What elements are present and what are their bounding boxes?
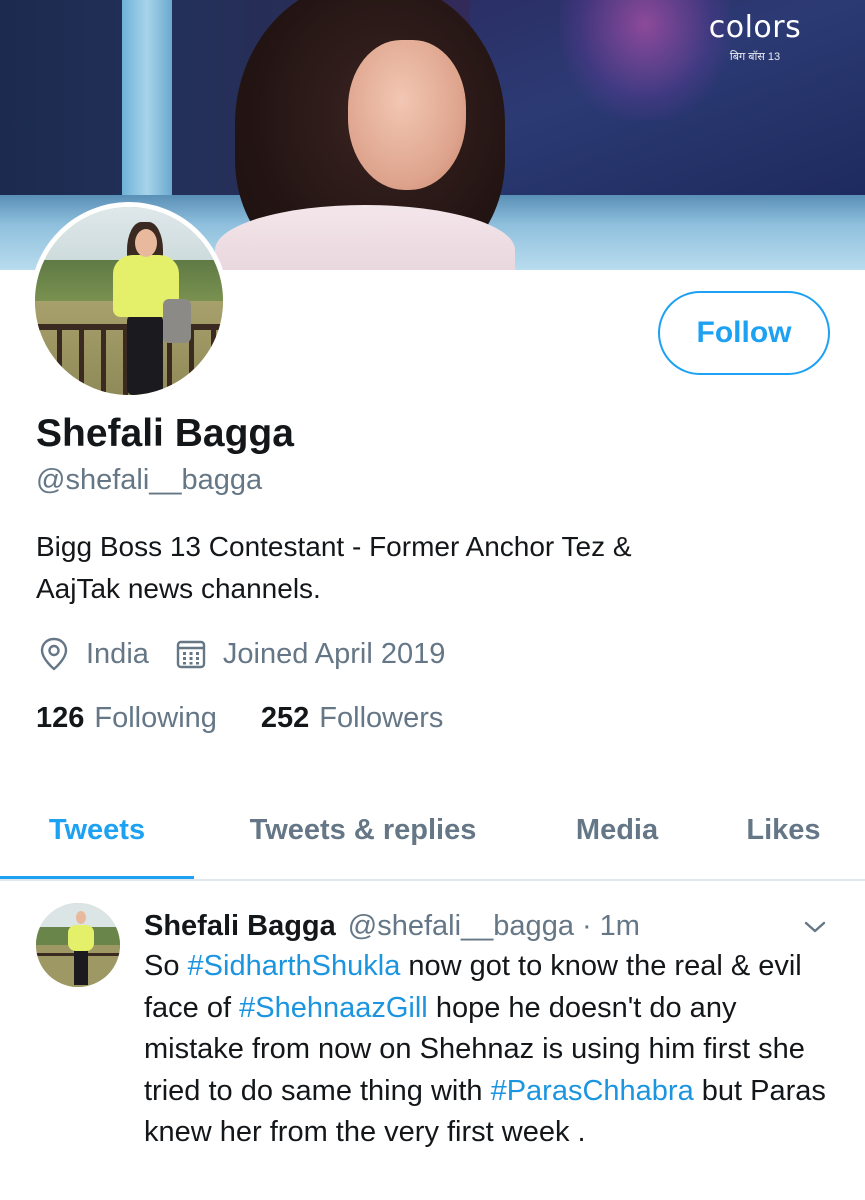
tab-tweets-replies[interactable]: Tweets & replies (194, 780, 532, 880)
follow-button[interactable]: Follow (658, 291, 830, 375)
profile-bio: Bigg Boss 13 Contestant - Former Anchor … (36, 526, 836, 610)
tweet-avatar-sweater (68, 925, 94, 951)
following-label: Following (94, 701, 217, 734)
tweet-text: So #SidharthShukla now got to know the r… (144, 946, 844, 1154)
profile-location: India (36, 636, 149, 672)
followers-label: Followers (319, 701, 444, 734)
tweet-author-name[interactable]: Shefali Bagga (144, 910, 336, 943)
followers-count: 252 (260, 701, 310, 734)
tab-likes[interactable]: Likes (702, 780, 865, 880)
profile-joined: Joined April 2019 (173, 636, 446, 672)
tab-media[interactable]: Media (532, 780, 702, 880)
location-pin-icon (36, 636, 72, 672)
tweet-author-handle[interactable]: @shefali__bagga (348, 910, 574, 943)
tab-label: Tweets (48, 813, 146, 846)
profile-joined-text: Joined April 2019 (222, 637, 446, 670)
tab-tweets[interactable]: Tweets (0, 780, 194, 880)
banner-person-face (348, 40, 466, 190)
profile-handle: @shefali__bagga (36, 464, 263, 496)
tabs-divider (0, 879, 865, 881)
channel-logo-text: colors (708, 10, 802, 45)
avatar-face (135, 229, 157, 257)
followers-stat[interactable]: 252 Followers (261, 702, 443, 735)
tab-label: Tweets & replies (249, 813, 477, 846)
profile-avatar[interactable] (30, 202, 228, 400)
hashtag-link[interactable]: #SidharthShukla (188, 950, 401, 982)
bio-line: Bigg Boss 13 Contestant - Former Anchor … (36, 531, 632, 562)
chevron-down-icon[interactable] (800, 912, 830, 942)
tab-label: Likes (746, 813, 821, 846)
profile-display-name: Shefali Bagga (36, 412, 294, 455)
tab-label: Media (575, 813, 659, 846)
profile-location-text: India (86, 637, 149, 670)
following-stat[interactable]: 126 Following (36, 702, 217, 735)
channel-logo: colors बिग बॉस 13 (700, 10, 810, 64)
hashtag-link[interactable]: #ParasChhabra (491, 1075, 694, 1107)
tweet-avatar-face (76, 911, 86, 924)
tweet-text-segment: So (144, 950, 188, 982)
avatar-bag (163, 299, 191, 343)
tweet-avatar-legs (74, 949, 88, 985)
tweet-header: Shefali Bagga @shefali__bagga · 1m (144, 906, 640, 946)
channel-logo-subtitle: बिग बॉस 13 (729, 51, 781, 63)
hashtag-link[interactable]: #ShehnaazGill (239, 992, 428, 1024)
profile-meta: India Joined April 2019 (36, 634, 469, 674)
profile-tabs: Tweets Tweets & replies Media Likes (0, 780, 865, 880)
tweet-timestamp[interactable]: 1m (600, 910, 640, 943)
avatar-legs (127, 315, 163, 395)
tweet-separator: · (581, 909, 592, 942)
bio-line: AajTak news channels. (36, 573, 321, 604)
tweet-avatar[interactable] (36, 903, 120, 987)
following-count: 126 (36, 701, 85, 734)
profile-stats: 126 Following 252 Followers (36, 698, 487, 738)
calendar-icon (173, 636, 209, 672)
